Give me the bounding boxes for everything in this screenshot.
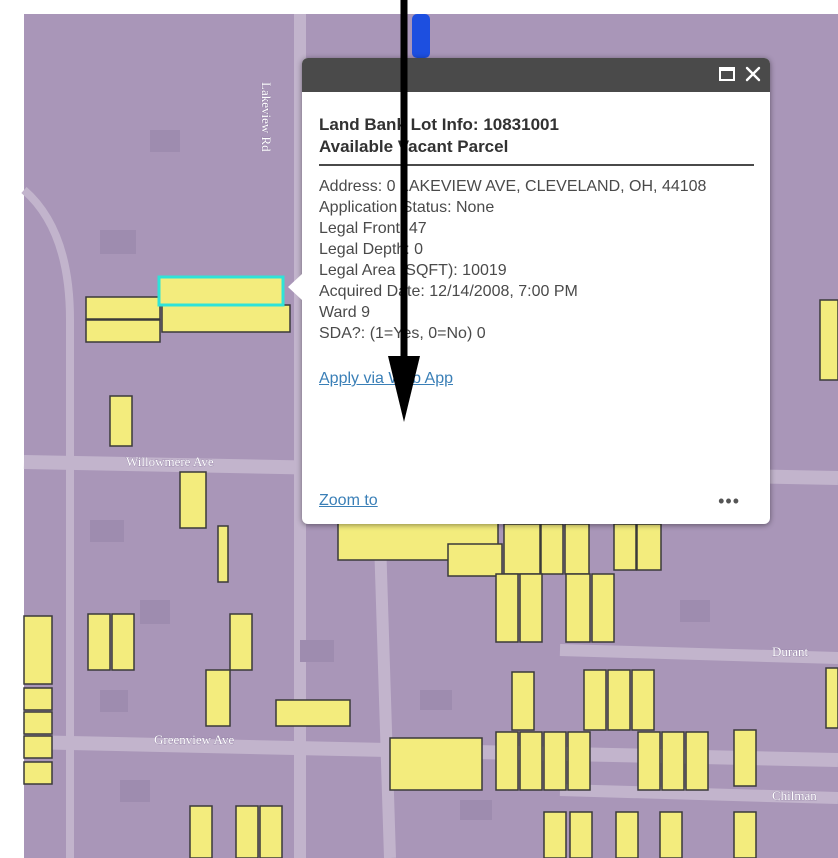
parcel [615, 811, 639, 858]
attr-address: Address: 0 LAKEVIEW AVE, CLEVELAND, OH, … [319, 178, 707, 195]
street-label-durant: Durant [772, 644, 808, 659]
attr-legal-area: Legal Area (SQFT): 10019 [319, 262, 507, 279]
parcel [189, 805, 213, 858]
parcel [23, 687, 53, 711]
attr-application-status: Application Status: None [319, 199, 495, 216]
popup-title-line2: Available Vacant Parcel [319, 137, 509, 156]
parcel [569, 811, 593, 858]
parcel [205, 669, 231, 727]
parcel [217, 525, 229, 583]
parcel [733, 729, 757, 787]
route-segment [412, 14, 430, 58]
popup-title-line1: Land Bank Lot Info: 10831001 [319, 115, 559, 134]
parcel [235, 805, 259, 858]
page-margin-left [0, 0, 24, 858]
parcel [23, 711, 53, 735]
parcel [229, 613, 253, 671]
attr-ward: Ward 9 [319, 304, 370, 321]
popup-title: Land Bank Lot Info: 10831001 Available V… [319, 114, 754, 166]
parcel [275, 699, 351, 727]
parcel [583, 669, 607, 731]
parcel [543, 811, 567, 858]
street-label-lakeview: Lakeview Rd [259, 82, 274, 152]
parcel [543, 731, 567, 791]
parcel [567, 731, 591, 791]
parcel [565, 573, 591, 643]
parcel [495, 731, 519, 791]
more-actions-button[interactable]: ••• [718, 492, 740, 510]
parcel [819, 299, 838, 381]
parcel [85, 319, 161, 343]
parcel [613, 523, 637, 571]
parcel [661, 731, 685, 791]
attr-acquired-date: Acquired Date: 12/14/2008, 7:00 PM [319, 283, 578, 300]
street-label-willowmere: Willowmere Ave [126, 454, 214, 469]
parcel [733, 811, 757, 858]
popup-header [302, 58, 770, 92]
street-label-chilman: Chilman [772, 788, 817, 803]
parcel [591, 573, 615, 643]
maximize-icon[interactable] [716, 63, 738, 85]
parcel [111, 613, 135, 671]
parcel [540, 523, 564, 575]
parcel [23, 615, 53, 685]
parcel [85, 296, 161, 320]
attr-legal-front: Legal Front: 47 [319, 220, 427, 237]
parcel [179, 471, 207, 529]
parcel [259, 805, 283, 858]
parcel [161, 304, 291, 333]
attr-legal-depth: Legal Depth: 0 [319, 241, 424, 258]
parcel [607, 669, 631, 731]
parcel [23, 735, 53, 759]
parcel [659, 811, 683, 858]
apply-via-web-app-link[interactable]: Apply via Web App [319, 370, 453, 388]
street-label-greenview: Greenview Ave [154, 732, 234, 747]
zoom-to-link[interactable]: Zoom to [319, 492, 378, 510]
parcel [631, 669, 655, 731]
parcel [637, 731, 661, 791]
parcel [519, 573, 543, 643]
parcel [109, 395, 133, 447]
parcel [495, 573, 519, 643]
selected-parcel[interactable] [157, 275, 285, 307]
parcel [519, 731, 543, 791]
parcel [685, 731, 709, 791]
parcel [23, 761, 53, 785]
parcel [511, 671, 535, 731]
parcel [825, 667, 838, 729]
close-icon[interactable] [742, 63, 764, 85]
parcel [389, 737, 483, 791]
parcel [564, 523, 590, 575]
parcel [636, 523, 662, 571]
parcel-info-popup: Land Bank Lot Info: 10831001 Available V… [288, 58, 770, 524]
parcel [87, 613, 111, 671]
popup-body: Land Bank Lot Info: 10831001 Available V… [302, 92, 770, 388]
attr-sda: SDA?: (1=Yes, 0=No) 0 [319, 325, 486, 342]
parcel [447, 543, 503, 577]
parcel [503, 523, 541, 575]
popup-pointer [288, 274, 302, 300]
